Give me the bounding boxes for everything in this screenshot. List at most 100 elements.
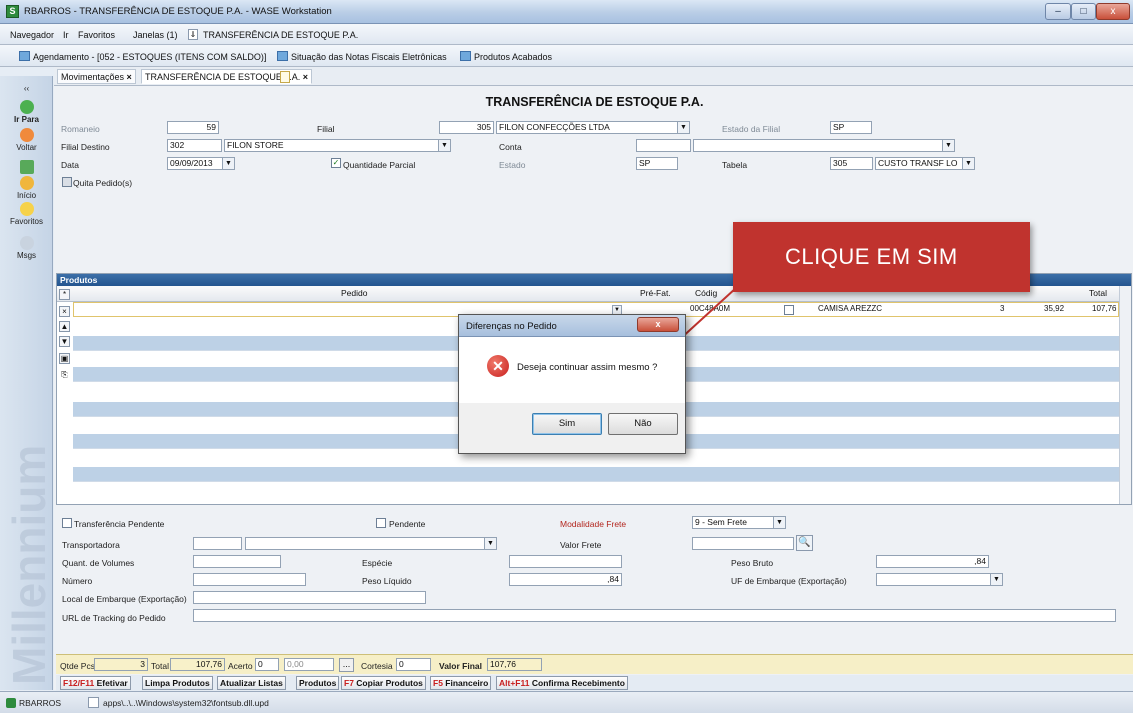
quicklink-situacao-nfe[interactable]: Situação das Notas Fiscais Eletrônicas bbox=[291, 52, 447, 62]
quantidade-parcial-checkbox[interactable]: ✓ bbox=[331, 158, 341, 168]
dialog-yes-button[interactable]: Sim bbox=[532, 413, 602, 435]
dialog-close-button[interactable]: x bbox=[637, 317, 679, 332]
refresh-icon[interactable] bbox=[0, 160, 53, 175]
grid-new-row-button[interactable]: * bbox=[59, 289, 70, 300]
data-field[interactable]: 09/09/2013 ▼ bbox=[167, 157, 235, 170]
estado-field[interactable]: SP bbox=[636, 157, 678, 170]
status-bar: RBARROS apps\..\..\Windows\system32\font… bbox=[0, 691, 1133, 713]
chevron-down-icon[interactable]: ▼ bbox=[484, 538, 496, 549]
tabela-code-field[interactable]: 305 bbox=[830, 157, 873, 170]
local-embarque-field[interactable] bbox=[193, 591, 426, 604]
quicklink-produtos-acabados[interactable]: Produtos Acabados bbox=[474, 52, 552, 62]
numero-field[interactable] bbox=[193, 573, 306, 586]
search-icon[interactable]: 🔍 bbox=[796, 535, 813, 551]
especie-field[interactable] bbox=[509, 555, 622, 568]
limpa-produtos-button[interactable]: Limpa Produtos bbox=[142, 676, 213, 690]
financeiro-button[interactable]: F5 Financeiro bbox=[430, 676, 492, 690]
url-tracking-field[interactable] bbox=[193, 609, 1116, 622]
menu-ir[interactable]: Ir bbox=[63, 30, 69, 40]
conta-select[interactable]: ▼ bbox=[693, 139, 955, 152]
pendente-checkbox[interactable] bbox=[376, 518, 386, 528]
sidebar-item-voltar[interactable]: Voltar bbox=[0, 128, 53, 152]
filial-destino-label: Filial Destino bbox=[61, 142, 110, 152]
menu-navegador[interactable]: Navegador bbox=[10, 30, 54, 40]
col-pedido[interactable]: Pedido bbox=[341, 288, 367, 298]
maximize-button[interactable]: □ bbox=[1071, 3, 1096, 20]
sidebar-item-msgs[interactable]: Msgs bbox=[0, 236, 53, 260]
menu-favoritos[interactable]: Favoritos bbox=[78, 30, 115, 40]
especie-label: Espécie bbox=[362, 558, 393, 568]
sidebar-item-favoritos[interactable]: Favoritos bbox=[0, 202, 53, 226]
confirma-recebimento-button[interactable]: Alt+F11 Confirma Recebimento bbox=[496, 676, 628, 690]
minimize-button[interactable]: – bbox=[1045, 3, 1071, 20]
row-checkbox[interactable] bbox=[784, 305, 794, 315]
romaneio-field[interactable]: 59 bbox=[167, 121, 219, 134]
chevron-down-icon[interactable]: ▼ bbox=[990, 574, 1002, 585]
romaneio-label: Romaneio bbox=[61, 124, 100, 134]
peso-liquido-field[interactable]: ,84 bbox=[509, 573, 622, 586]
col-total[interactable]: Total bbox=[1089, 288, 1107, 298]
app-icon: S bbox=[6, 5, 19, 18]
nfe-icon bbox=[277, 51, 288, 61]
close-button[interactable]: x bbox=[1096, 3, 1130, 20]
efetivar-button[interactable]: F12/F11 Efetivar bbox=[60, 676, 131, 690]
tabela-select[interactable]: CUSTO TRANSF LO ▼ bbox=[875, 157, 975, 170]
filial-destino-select[interactable]: FILON STORE ▼ bbox=[224, 139, 451, 152]
new-tab-icon[interactable] bbox=[280, 71, 290, 83]
chevron-down-icon[interactable]: ▼ bbox=[222, 158, 234, 169]
grid-scrollbar[interactable] bbox=[1119, 286, 1131, 504]
valor-frete-field[interactable] bbox=[692, 537, 794, 550]
acerto-field[interactable]: 0 bbox=[255, 658, 279, 671]
sidebar-collapse-icon[interactable]: ‹‹ bbox=[0, 84, 53, 93]
transportadora-code-field[interactable] bbox=[193, 537, 242, 550]
row-total: 107,76 bbox=[1092, 304, 1117, 313]
valor-frete-label: Valor Frete bbox=[560, 540, 602, 550]
sidebar-item-inicio[interactable]: Início bbox=[0, 176, 53, 200]
table-row[interactable] bbox=[73, 467, 1119, 482]
chevron-down-icon[interactable]: ▼ bbox=[677, 122, 689, 133]
sidebar-item-ir-para[interactable]: Ir Para bbox=[0, 100, 53, 124]
conta-code-field[interactable] bbox=[636, 139, 691, 152]
tab-close-icon[interactable]: × bbox=[127, 72, 132, 82]
quicklinks-bar: Agendamento - [052 - ESTOQUES (ITENS COM… bbox=[0, 45, 1133, 67]
dialog-no-button[interactable]: Não bbox=[608, 413, 678, 435]
chevron-down-icon[interactable]: ▼ bbox=[773, 517, 785, 528]
instruction-callout: CLIQUE EM SIM bbox=[733, 222, 1030, 292]
local-embarque-label: Local de Embarque (Exportação) bbox=[62, 594, 187, 604]
window-titlebar: S RBARROS - TRANSFERÊNCIA DE ESTOQUE P.A… bbox=[0, 0, 1133, 24]
user-icon bbox=[6, 698, 16, 708]
cortesia-field[interactable]: 0 bbox=[396, 658, 431, 671]
produtos-button[interactable]: Produtos bbox=[296, 676, 340, 690]
filial-name-select[interactable]: FILON CONFECÇÕES LTDA ▼ bbox=[496, 121, 690, 134]
grid-delete-row-button[interactable]: × bbox=[59, 306, 70, 317]
uf-embarque-select[interactable]: ▼ bbox=[876, 573, 1003, 586]
quant-volumes-field[interactable] bbox=[193, 555, 281, 568]
menubar: Navegador Ir Favoritos Janelas (1) ⇓ TRA… bbox=[0, 24, 1133, 45]
transferencia-pendente-checkbox[interactable] bbox=[62, 518, 72, 528]
quita-pedido-checkbox[interactable] bbox=[62, 177, 72, 187]
estado-filial-field[interactable]: SP bbox=[830, 121, 872, 134]
grid-move-down-button[interactable]: ▼ bbox=[59, 336, 70, 347]
atualizar-listas-button[interactable]: Atualizar Listas bbox=[217, 676, 286, 690]
pin-icon[interactable]: ⇓ bbox=[188, 29, 198, 40]
tab-close-icon[interactable]: × bbox=[303, 72, 308, 82]
chevron-down-icon[interactable]: ▼ bbox=[438, 140, 450, 151]
filial-destino-code-field[interactable]: 302 bbox=[167, 139, 222, 152]
peso-bruto-field[interactable]: ,84 bbox=[876, 555, 989, 568]
row-preco: 35,92 bbox=[1044, 304, 1065, 313]
back-icon bbox=[19, 128, 34, 142]
copiar-produtos-button[interactable]: F7 Copiar Produtos bbox=[341, 676, 426, 690]
menu-janelas[interactable]: Janelas (1) bbox=[133, 30, 178, 40]
modalidade-frete-select[interactable]: 9 - Sem Frete ▼ bbox=[692, 516, 786, 529]
chevron-down-icon[interactable]: ▼ bbox=[962, 158, 974, 169]
grid-copy-button[interactable]: ⎘ bbox=[59, 370, 70, 381]
chevron-down-icon[interactable]: ▼ bbox=[942, 140, 954, 151]
transportadora-select[interactable]: ▼ bbox=[245, 537, 497, 550]
filial-code-field[interactable]: 305 bbox=[439, 121, 494, 134]
tab-movimentacoes[interactable]: Movimentações × bbox=[57, 69, 136, 84]
grid-expand-button[interactable]: ▣ bbox=[59, 353, 70, 364]
star-icon bbox=[19, 202, 34, 216]
acerto-more-button[interactable]: ... bbox=[339, 658, 354, 672]
quicklink-agendamento[interactable]: Agendamento - [052 - ESTOQUES (ITENS COM… bbox=[33, 52, 266, 62]
grid-move-up-button[interactable]: ▲ bbox=[59, 321, 70, 332]
